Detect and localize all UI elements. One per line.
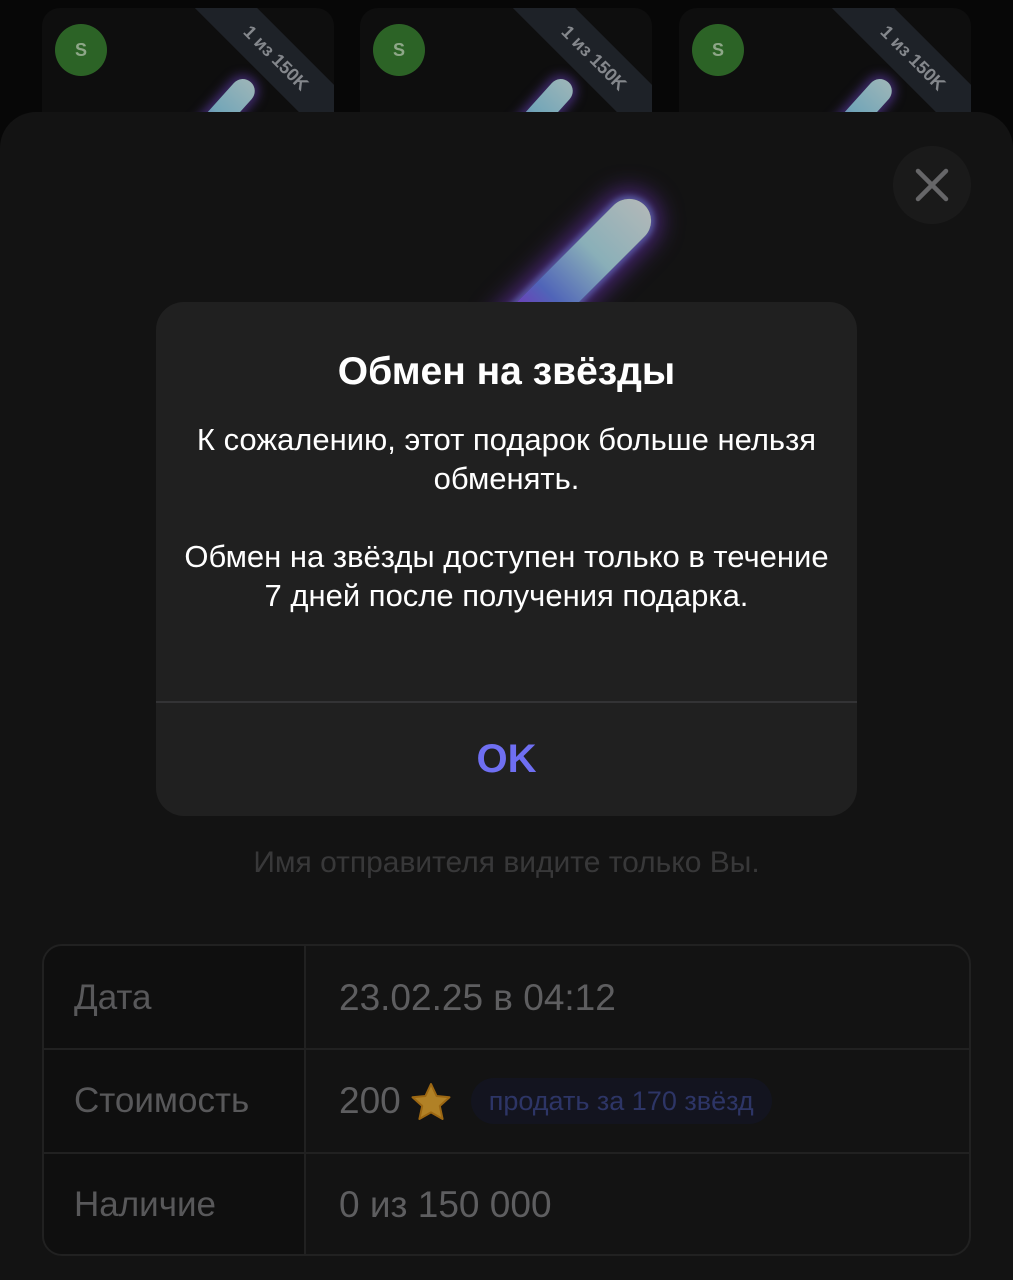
gift-details-screen: S 1 из 150K S 1 из 150K S 1 из 150K Имя … [0, 0, 1013, 1280]
alert-message: К сожалению, этот подарок больше нельзя … [196, 422, 817, 496]
exchange-alert: Обмен на звёзды К сожалению, этот подаро… [156, 302, 857, 816]
alert-title: Обмен на звёзды [337, 350, 676, 393]
ok-button[interactable]: OK [156, 703, 857, 816]
alert-message-details: Обмен на звёзды доступен только в течени… [184, 539, 829, 613]
